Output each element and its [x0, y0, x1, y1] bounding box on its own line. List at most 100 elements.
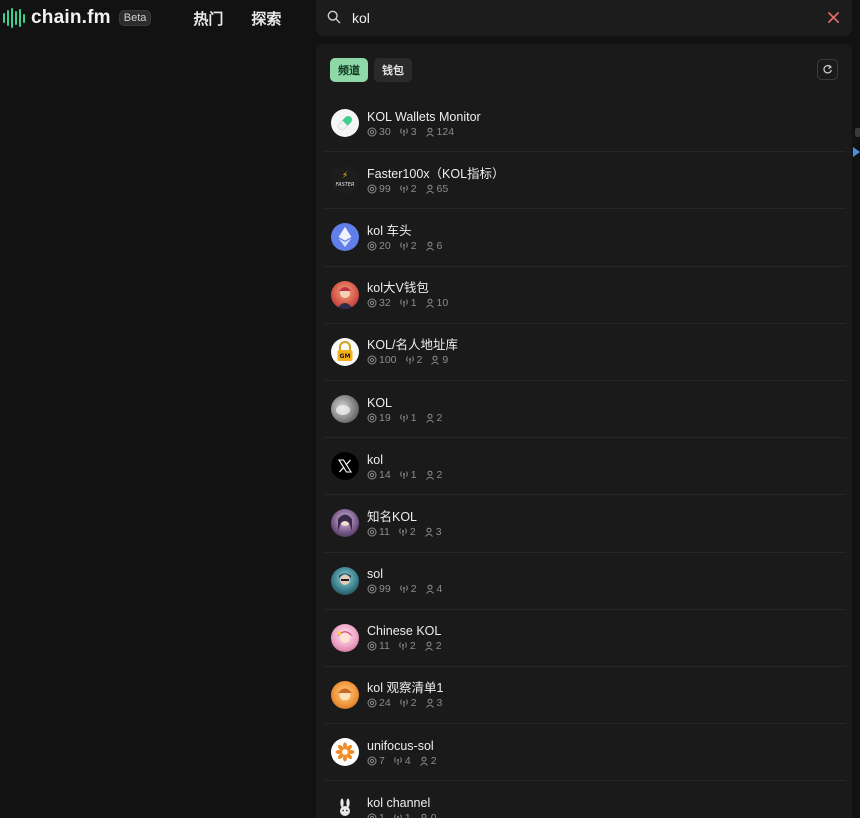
channel-row[interactable]: unifocus-sol 7 4 2 — [324, 724, 846, 782]
broadcast-icon — [399, 127, 408, 136]
flower-icon — [331, 738, 359, 767]
members-stat: 4 — [425, 583, 442, 595]
broadcast-icon — [399, 699, 408, 708]
channel-row[interactable]: kol 14 1 2 — [324, 438, 846, 496]
logo-icon — [3, 8, 25, 28]
members-stat: 3 — [424, 526, 442, 538]
subscriptions-stat: 32 — [367, 297, 391, 309]
broadcast-stat: 2 — [399, 583, 417, 595]
tab-channels[interactable]: 频道 — [330, 58, 368, 82]
search-bar — [316, 0, 852, 36]
channel-row[interactable]: kol channel 1 1 0 — [324, 781, 846, 818]
anime-avatar — [331, 280, 359, 309]
broadcast-stat: 1 — [393, 812, 411, 818]
result-tabs: 频道 钱包 — [330, 58, 412, 82]
subscriptions-stat: 14 — [367, 469, 391, 481]
target-icon — [367, 584, 377, 594]
subscriptions-stat: 7 — [367, 755, 385, 767]
broadcast-stat: 2 — [398, 526, 416, 538]
members-stat: 10 — [425, 297, 448, 309]
channel-name: unifocus-sol — [367, 738, 434, 753]
gm-lock-avatar: GM — [331, 337, 359, 366]
channel-row[interactable]: kol大V钱包 32 1 10 — [324, 267, 846, 324]
channel-name: kol 车头 — [367, 223, 412, 238]
broadcast-icon — [399, 585, 408, 594]
user-icon — [425, 584, 434, 594]
logo-text: chain.fm — [31, 7, 111, 28]
user-icon — [424, 641, 433, 652]
broadcast-stat: 2 — [398, 640, 416, 652]
target-icon — [367, 641, 377, 651]
search-icon — [327, 10, 341, 24]
target-icon — [367, 698, 377, 708]
subscriptions-stat: 24 — [367, 697, 391, 709]
channel-row[interactable]: KOL 19 1 2 — [324, 381, 846, 439]
photo-avatar — [331, 395, 359, 424]
broadcast-stat: 1 — [399, 469, 417, 481]
members-stat: 65 — [425, 183, 448, 195]
nav-hot[interactable]: 热门 — [193, 8, 223, 29]
close-icon[interactable] — [827, 11, 840, 24]
anime-avatar — [331, 623, 359, 652]
anime-avatar — [331, 566, 359, 595]
subscriptions-stat: 20 — [367, 240, 391, 252]
members-stat: 2 — [425, 412, 442, 424]
channel-row[interactable]: 知名KOL 11 2 3 — [324, 495, 846, 553]
tab-wallets[interactable]: 钱包 — [374, 58, 412, 82]
members-stat: 9 — [430, 354, 448, 366]
app-logo[interactable]: chain.fm Beta — [3, 7, 152, 29]
target-icon — [367, 184, 377, 194]
expand-arrow-icon[interactable] — [853, 147, 860, 157]
broadcast-icon — [399, 528, 407, 536]
ethereum-icon — [331, 223, 359, 252]
channel-name: KOL/名人地址库 — [367, 338, 458, 353]
channel-name: kol channel — [367, 795, 431, 810]
members-stat: 6 — [425, 240, 442, 252]
target-icon — [367, 413, 377, 423]
scroll-edge-handle[interactable] — [855, 128, 860, 137]
broadcast-stat: 2 — [405, 354, 422, 366]
broadcast-icon — [405, 356, 414, 365]
subscriptions-stat: 30 — [367, 126, 391, 138]
channel-name: 知名KOL — [367, 509, 418, 524]
broadcast-icon — [399, 242, 408, 250]
nav-explore[interactable]: 探索 — [251, 8, 281, 29]
members-stat: 2 — [425, 469, 442, 481]
search-results-panel: 频道 钱包 KOL Wallets Monitor 30 3 124 ⚡ FAS… — [316, 44, 852, 818]
channel-row[interactable]: kol 观察清单1 24 2 3 — [324, 667, 846, 725]
user-icon — [421, 813, 427, 818]
broadcast-stat: 1 — [399, 412, 417, 424]
broadcast-icon — [399, 470, 408, 479]
refresh-icon — [823, 64, 832, 74]
svg-text:GM: GM — [340, 353, 351, 360]
channel-name: kol 观察清单1 — [367, 681, 444, 696]
main-nav: 热门 探索 — [193, 8, 281, 29]
broadcast-stat: 3 — [399, 126, 417, 138]
target-icon — [367, 470, 377, 480]
user-icon — [431, 356, 440, 366]
user-icon — [425, 298, 434, 308]
channel-row[interactable]: KOL Wallets Monitor 30 3 124 — [324, 95, 846, 153]
target-icon — [367, 527, 377, 537]
beta-badge: Beta — [118, 10, 152, 26]
channel-row[interactable]: ⚡ FASTER Faster100x（KOL指标） 99 2 65 — [324, 152, 846, 210]
subscriptions-stat: 100 — [367, 354, 397, 366]
pill-icon — [331, 109, 359, 138]
target-icon — [367, 127, 377, 137]
subscriptions-stat: 11 — [367, 640, 390, 652]
channel-name: KOL Wallets Monitor — [367, 109, 481, 124]
anime-avatar — [331, 680, 359, 709]
channel-row[interactable]: GM KOL/名人地址库 100 2 9 — [324, 324, 846, 381]
broadcast-stat: 2 — [399, 183, 417, 195]
members-stat: 124 — [425, 126, 454, 138]
channel-name: kol大V钱包 — [367, 281, 429, 296]
user-icon — [424, 527, 433, 537]
channel-row[interactable]: Chinese KOL 11 2 2 — [324, 610, 846, 667]
broadcast-stat: 4 — [393, 755, 411, 767]
channel-row[interactable]: sol 99 2 4 — [324, 553, 846, 610]
channel-row[interactable]: kol 车头 20 2 6 — [324, 209, 846, 267]
broadcast-icon — [394, 814, 402, 818]
faster-logo: ⚡ FASTER — [331, 166, 359, 195]
refresh-button[interactable] — [817, 59, 838, 80]
search-input[interactable] — [352, 8, 812, 28]
